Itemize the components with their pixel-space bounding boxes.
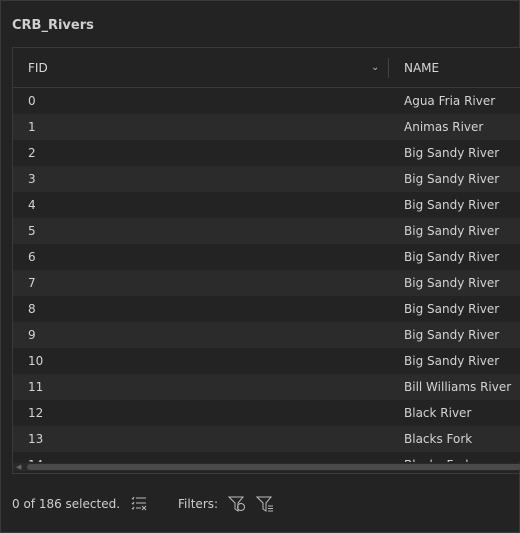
cell-fid: 2: [28, 146, 36, 160]
selection-count: 0 of 186 selected.: [12, 497, 121, 511]
filters-label: Filters:: [178, 497, 219, 511]
table-footer: 0 of 186 selected. Filters:: [12, 495, 274, 513]
column-resize-handle[interactable]: [388, 58, 389, 78]
table-row[interactable]: 6 Big Sandy River: [13, 244, 520, 270]
cell-name: Big Sandy River: [404, 302, 500, 316]
table-row[interactable]: 5 Big Sandy River: [13, 218, 520, 244]
table-row[interactable]: 0 Agua Fria River: [13, 88, 520, 114]
column-header-name[interactable]: NAME: [404, 48, 439, 88]
table-row[interactable]: 12 Black River: [13, 400, 520, 426]
cell-name: Black River: [404, 406, 472, 420]
cell-name: Bill Williams River: [404, 380, 512, 394]
filter-by-extent-icon[interactable]: [227, 495, 246, 513]
cell-fid: 8: [28, 302, 36, 316]
cell-name: Blacks Fork: [404, 452, 472, 462]
table-row[interactable]: 1 Animas River: [13, 114, 520, 140]
table-row[interactable]: 10 Big Sandy River: [13, 348, 520, 374]
cell-name: Blacks Fork: [404, 432, 473, 446]
cell-fid: 11: [28, 380, 44, 394]
scroll-left-icon[interactable]: ◀: [16, 463, 21, 471]
cell-fid: 5: [28, 224, 36, 238]
table-row[interactable]: 3 Big Sandy River: [13, 166, 520, 192]
cell-name: Big Sandy River: [404, 172, 500, 186]
scrollbar-thumb[interactable]: [27, 464, 520, 470]
horizontal-scrollbar[interactable]: ◀: [13, 463, 520, 471]
cell-fid: 1: [28, 120, 36, 134]
cell-fid: 0: [28, 94, 36, 108]
table-row[interactable]: 9 Big Sandy River: [13, 322, 520, 348]
table-row[interactable]: 2 Big Sandy River: [13, 140, 520, 166]
cell-name: Agua Fria River: [404, 94, 496, 108]
table-header: FID ⌄ NAME: [13, 48, 520, 88]
column-header-fid[interactable]: FID: [28, 48, 48, 88]
cell-fid: 10: [28, 354, 44, 368]
chevron-down-icon[interactable]: ⌄: [371, 48, 379, 88]
table-row[interactable]: 7 Big Sandy River: [13, 270, 520, 296]
attribute-table: FID ⌄ NAME 0 Agua Fria River 1 Animas River…: [12, 47, 520, 474]
table-row[interactable]: 4 Big Sandy River: [13, 192, 520, 218]
cell-fid: 7: [28, 276, 36, 290]
table-row[interactable]: 14 Blacks Fork: [13, 452, 520, 462]
cell-fid: 13: [28, 432, 44, 446]
layer-title: CRB_Rivers: [12, 18, 94, 33]
table-row[interactable]: 8 Big Sandy River: [13, 296, 520, 322]
table-body: 0 Agua Fria River 1 Animas River 2 Big Sandy …: [13, 88, 520, 462]
cell-fid: 6: [28, 250, 36, 264]
cell-fid: 12: [28, 406, 44, 420]
cell-name: Big Sandy River: [404, 328, 500, 342]
cell-name: Big Sandy River: [404, 250, 500, 264]
cell-name: Big Sandy River: [404, 276, 500, 290]
clear-selection-icon[interactable]: [130, 495, 148, 513]
cell-name: Big Sandy River: [404, 224, 500, 238]
cell-name: Animas River: [404, 120, 484, 134]
cell-fid: 3: [28, 172, 36, 186]
table-row[interactable]: 11 Bill Williams River: [13, 374, 520, 400]
cell-name: Big Sandy River: [404, 146, 500, 160]
table-row[interactable]: 13 Blacks Fork: [13, 426, 520, 452]
cell-name: Big Sandy River: [404, 198, 500, 212]
cell-fid: 14: [28, 452, 43, 462]
cell-fid: 4: [28, 198, 36, 212]
filter-expression-icon[interactable]: [255, 495, 274, 513]
cell-name: Big Sandy River: [404, 354, 500, 368]
cell-fid: 9: [28, 328, 36, 342]
